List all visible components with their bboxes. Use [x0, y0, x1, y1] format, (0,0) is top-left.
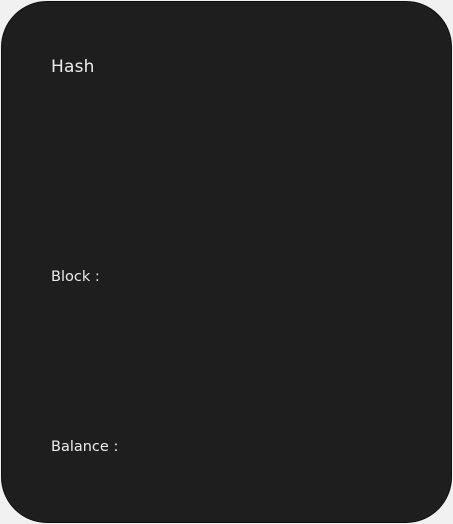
block-label: Block :: [51, 269, 100, 285]
hash-title: Hash: [51, 57, 95, 77]
wallet-info-card: Hash Block : Balance :: [1, 1, 452, 523]
balance-label: Balance :: [51, 439, 119, 455]
